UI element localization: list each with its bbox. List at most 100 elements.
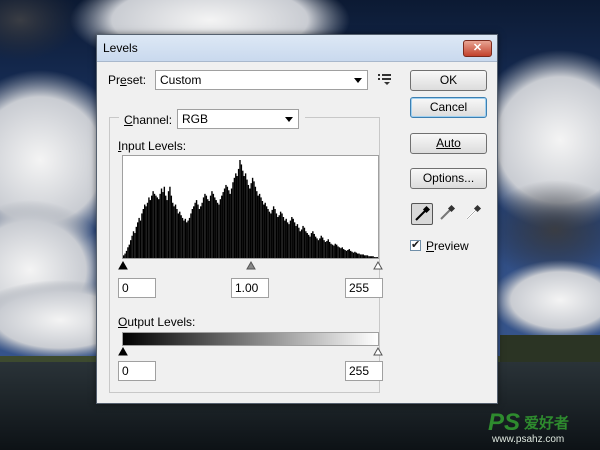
histogram-bar [307,234,310,258]
histogram-bar [372,256,374,258]
auto-button[interactable]: Auto [410,133,487,154]
preview-label: Preview [426,239,469,253]
preset-label: Preset: [108,73,147,87]
input-black-field[interactable]: 0 [118,278,156,298]
histogram-bar [263,204,265,258]
histogram-bar [123,255,125,258]
histogram-bar [292,218,294,258]
output-gradient-bar [122,332,379,346]
input-black-handle[interactable] [118,260,128,270]
histogram-bar [355,252,357,258]
histogram-bar [275,213,278,258]
options-button[interactable]: Options... [410,168,487,189]
histogram-bar [194,202,196,258]
output-levels-label: Output Levels: [118,315,196,329]
histogram-bar [368,256,370,258]
ok-button[interactable]: OK [410,70,487,91]
histogram-bar [201,202,203,258]
histogram-bar [184,218,187,258]
title-bar: Levels ✕ [97,35,497,62]
histogram-bar [342,249,345,258]
input-gray-handle[interactable] [246,260,256,270]
histogram-bar [295,225,297,258]
histogram-bar [138,217,140,258]
histogram-bar [298,227,300,258]
histogram-bar [186,222,188,258]
histogram-bar [208,200,210,258]
histogram-bar [291,217,293,258]
histogram-bar [327,239,329,258]
dialog-title: Levels [103,41,138,55]
histogram-bar [166,200,168,258]
histogram-bar [180,215,182,258]
histogram-bar [156,197,159,258]
close-button[interactable]: ✕ [463,40,492,57]
histogram-bar [246,179,248,258]
histogram-bar [202,197,205,258]
histogram-bar [205,195,208,258]
output-black-handle[interactable] [118,346,128,356]
histogram-bar [279,211,282,258]
histogram-bar [198,209,201,258]
input-levels-slider[interactable] [118,260,383,272]
cancel-button[interactable]: Cancel [410,97,487,118]
input-gray-field[interactable]: 1.00 [231,278,269,298]
histogram-bar [251,177,254,258]
histogram-bar [242,170,244,258]
histogram-bar [373,257,376,258]
histogram-bar [179,211,181,258]
histogram-bar [286,222,289,258]
histogram-bar [344,249,346,258]
histogram-bar [222,192,224,258]
histogram-bar [312,231,314,258]
histogram-bar [225,184,227,258]
histogram-bar [249,188,251,258]
histogram-bar [337,246,339,258]
channel-value: RGB [182,112,209,126]
output-white-handle[interactable] [373,346,383,356]
channel-dropdown[interactable]: RGB [177,109,299,129]
preview-checkbox[interactable]: ✔ [410,239,421,251]
histogram-bar [211,191,213,258]
histogram-bar [155,195,157,258]
preset-options-icon[interactable] [378,73,392,85]
histogram-bar [226,186,229,258]
histogram-bar [365,255,367,258]
input-white-field[interactable]: 255 [345,278,383,298]
histogram-bar [244,173,247,258]
histogram-bar [183,220,185,258]
histogram-bar [274,209,276,258]
histogram-bar [278,215,280,258]
histogram-plot [123,160,378,258]
input-white-handle[interactable] [373,260,383,270]
histogram-bar [165,195,167,258]
watermark-logo: PS 爱好者 www.psahz.com [488,409,569,445]
gray-point-eyedropper-icon[interactable] [437,203,459,225]
histogram-bar [151,195,153,258]
histogram-bar [243,176,245,258]
histogram-bar [289,220,292,258]
histogram-bar [188,217,191,258]
histogram-bar [125,250,128,258]
histogram-bar [153,193,156,258]
histogram-bar [230,188,233,258]
histogram-bar [149,200,152,258]
histogram-bar [134,233,136,258]
histogram-bar [163,186,166,258]
histogram-bar [142,209,145,258]
histogram-bar [375,257,377,258]
histogram-bar [354,251,356,258]
watermark-brand: PS [488,409,520,436]
output-white-field[interactable]: 255 [345,361,383,381]
black-point-eyedropper-icon[interactable] [411,203,433,225]
output-black-field[interactable]: 0 [118,361,156,381]
histogram-bar [334,243,336,258]
output-levels-slider[interactable] [118,346,383,358]
histogram-bar [216,202,219,258]
histogram-bar [358,253,360,258]
preset-dropdown[interactable]: Custom [155,70,368,90]
histogram-bar [247,184,250,258]
histogram-bar [229,193,231,258]
white-point-eyedropper-icon[interactable] [463,203,485,225]
histogram-bar [219,199,222,258]
